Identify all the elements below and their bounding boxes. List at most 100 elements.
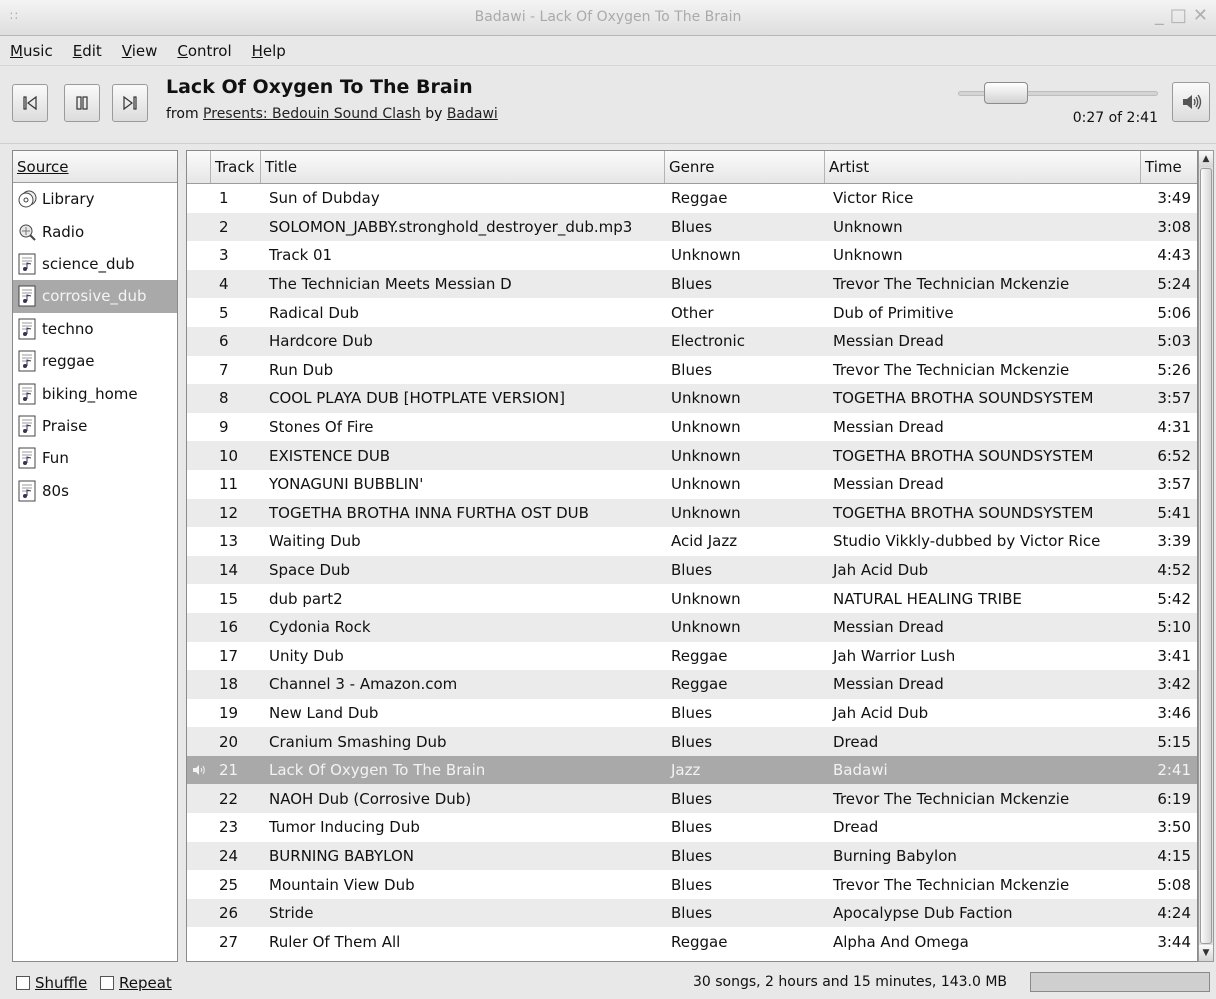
shuffle-checkbox-box[interactable] [16,976,30,990]
source-item-library[interactable]: Library [13,183,177,215]
minimize-icon[interactable]: _ [1155,5,1164,26]
track-row[interactable]: 1 Sun of Dubday Reggae Victor Rice 3:49 [187,184,1197,213]
track-row[interactable]: 4 The Technician Meets Messian D Blues Trev… [187,269,1197,299]
track-row[interactable]: 10 EXISTENCE DUB Unknown TOGETHA BROTHA SOU… [187,441,1197,470]
track-number: 1 [219,189,229,208]
track-artist: TOGETHA BROTHA SOUNDSYSTEM [833,389,1094,408]
track-row[interactable]: 6 Hardcore Dub Electronic Messian Dread 5:03 [187,326,1197,356]
source-item-praise[interactable]: Praise [13,410,177,442]
position-slider[interactable] [958,82,1158,104]
track-row[interactable]: 20 Cranium Smashing Dub Blues Dread 5:15 [187,727,1197,756]
scroll-down-arrow[interactable]: ▼ [1199,945,1213,961]
title-bar[interactable]: ∷ Badawi - Lack Of Oxygen To The Brain _… [0,0,1216,36]
shuffle-checkbox[interactable]: Shuffle [16,974,87,992]
time-readout: 0:27 of 2:41 [1072,110,1158,126]
track-row[interactable]: 26 Stride Blues Apocalypse Dub Faction 4:24 [187,898,1197,928]
track-list: Track Title Genre Artist Time 1 Sun of Du… [186,150,1198,962]
track-artist: NATURAL HEALING TRIBE [833,589,1022,608]
track-artist: Burning Babylon [833,846,957,865]
track-row[interactable]: 12 TOGETHA BROTHA INNA FURTHA OST DUB Unkn… [187,498,1197,528]
source-item-corrosive-dub[interactable]: corrosive_dub [13,280,177,313]
now-playing-icon [187,764,211,776]
track-row[interactable]: 14 Space Dub Blues Jah Acid Dub 4:52 [187,555,1197,585]
track-title: Stones Of Fire [269,418,374,437]
scrollbar-thumb[interactable] [1200,168,1212,944]
track-row[interactable]: 27 Ruler Of Them All Reggae Alpha And Omega… [187,927,1197,956]
album-link[interactable]: Presents: Bedouin Sound Clash [203,106,421,122]
next-button[interactable] [112,84,148,122]
track-title: Sun of Dubday [269,189,380,208]
track-number: 11 [219,475,239,494]
column-header-artist[interactable]: Artist [825,151,1141,183]
track-row[interactable]: 13 Waiting Dub Acid Jazz Studio Vikkly-dubb… [187,527,1197,556]
track-genre: Unknown [671,475,741,494]
track-number: 26 [219,904,239,923]
pause-button[interactable] [64,84,100,122]
track-genre: Blues [671,846,713,865]
track-artist: Unknown [833,246,903,265]
track-row[interactable]: 24 BURNING BABYLON Blues Burning Babylon 4:1… [187,841,1197,871]
source-item-reggae[interactable]: reggae [13,345,177,377]
column-header-track[interactable]: Track [211,151,261,183]
source-item-science-dub[interactable]: science_dub [13,248,177,280]
menu-view-mnemonic: V [121,41,132,60]
track-title: Ruler Of Them All [269,932,401,951]
source-item-radio[interactable]: Radio [13,215,177,247]
track-row[interactable]: 7 Run Dub Blues Trevor The Technician Mcken… [187,356,1197,385]
menu-music[interactable]: Music [10,42,53,60]
repeat-checkbox-box[interactable] [100,976,114,990]
playlist-icon [16,414,38,438]
track-artist: TOGETHA BROTHA SOUNDSYSTEM [833,503,1094,522]
track-row[interactable]: 16 Cydonia Rock Unknown Messian Dread 5:10 [187,612,1197,642]
track-row[interactable]: 11 YONAGUNI BUBBLIN' Unknown Messian Dread 3… [187,470,1197,499]
track-genre: Unknown [671,589,741,608]
track-row[interactable]: 18 Channel 3 - Amazon.com Reggae Messian Dr… [187,670,1197,699]
artist-link[interactable]: Badawi [447,106,498,122]
track-row[interactable]: 22 NAOH Dub (Corrosive Dub) Blues Trevor Th… [187,784,1197,814]
track-row[interactable]: 15 dub part2 Unknown NATURAL HEALING TRIBE 5… [187,584,1197,613]
track-title: Waiting Dub [269,532,361,551]
track-genre: Reggae [671,932,728,951]
track-list-scrollbar[interactable]: ▲ ▼ [1198,150,1214,962]
track-number: 3 [219,246,229,265]
menu-control[interactable]: Control [177,42,231,60]
menu-help[interactable]: Help [252,42,286,60]
track-time: 5:03 [1157,332,1191,351]
menu-view[interactable]: View [122,42,158,60]
column-header-genre[interactable]: Genre [665,151,825,183]
previous-button[interactable] [12,84,48,122]
playlist-icon [16,479,38,503]
track-row[interactable]: 17 Unity Dub Reggae Jah Warrior Lush 3:41 [187,642,1197,671]
track-row[interactable]: 2 SOLOMON_JABBY.stronghold_destroyer_dub.… [187,212,1197,242]
library-summary: 30 songs, 2 hours and 15 minutes, 143.0 … [692,974,1008,990]
track-row[interactable]: 8 COOL PLAYA DUB [HOTPLATE VERSION] Unknow… [187,384,1197,413]
track-row[interactable]: 23 Tumor Inducing Dub Blues Dread 3:50 [187,813,1197,842]
track-title: TOGETHA BROTHA INNA FURTHA OST DUB [269,503,589,522]
by-label: by [425,106,443,122]
track-number: 20 [219,732,239,751]
track-genre: Reggae [671,189,728,208]
track-row[interactable]: 5 Radical Dub Other Dub of Primitive 5:06 [187,298,1197,327]
maximize-icon[interactable]: □ [1170,5,1187,26]
position-slider-thumb[interactable] [984,82,1028,104]
menu-edit-rest: dit [82,41,102,60]
column-header-title[interactable]: Title [261,151,665,183]
repeat-checkbox[interactable]: Repeat [100,974,172,992]
source-item-techno[interactable]: techno [13,313,177,345]
track-row[interactable]: 3 Track 01 Unknown Unknown 4:43 [187,241,1197,270]
track-genre: Blues [671,217,713,236]
source-item-fun[interactable]: Fun [13,442,177,474]
volume-button[interactable] [1172,82,1210,122]
menu-edit[interactable]: Edit [73,42,102,60]
column-header-time[interactable]: Time [1141,151,1197,183]
track-row[interactable]: 9 Stones Of Fire Unknown Messian Dread 4:31 [187,413,1197,442]
track-row[interactable]: 25 Mountain View Dub Blues Trevor The Techn… [187,870,1197,899]
close-icon[interactable]: ✕ [1193,5,1208,26]
column-header-playing[interactable] [187,151,211,183]
source-item-biking-home[interactable]: biking_home [13,377,177,409]
scroll-up-arrow[interactable]: ▲ [1199,151,1213,167]
source-column-header[interactable]: Source [13,151,177,183]
source-item-80s[interactable]: 80s [13,475,177,507]
track-row[interactable]: 19 New Land Dub Blues Jah Acid Dub 3:46 [187,699,1197,728]
track-row[interactable]: 21 Lack Of Oxygen To The Brain Jazz Badawi 2… [187,755,1197,785]
